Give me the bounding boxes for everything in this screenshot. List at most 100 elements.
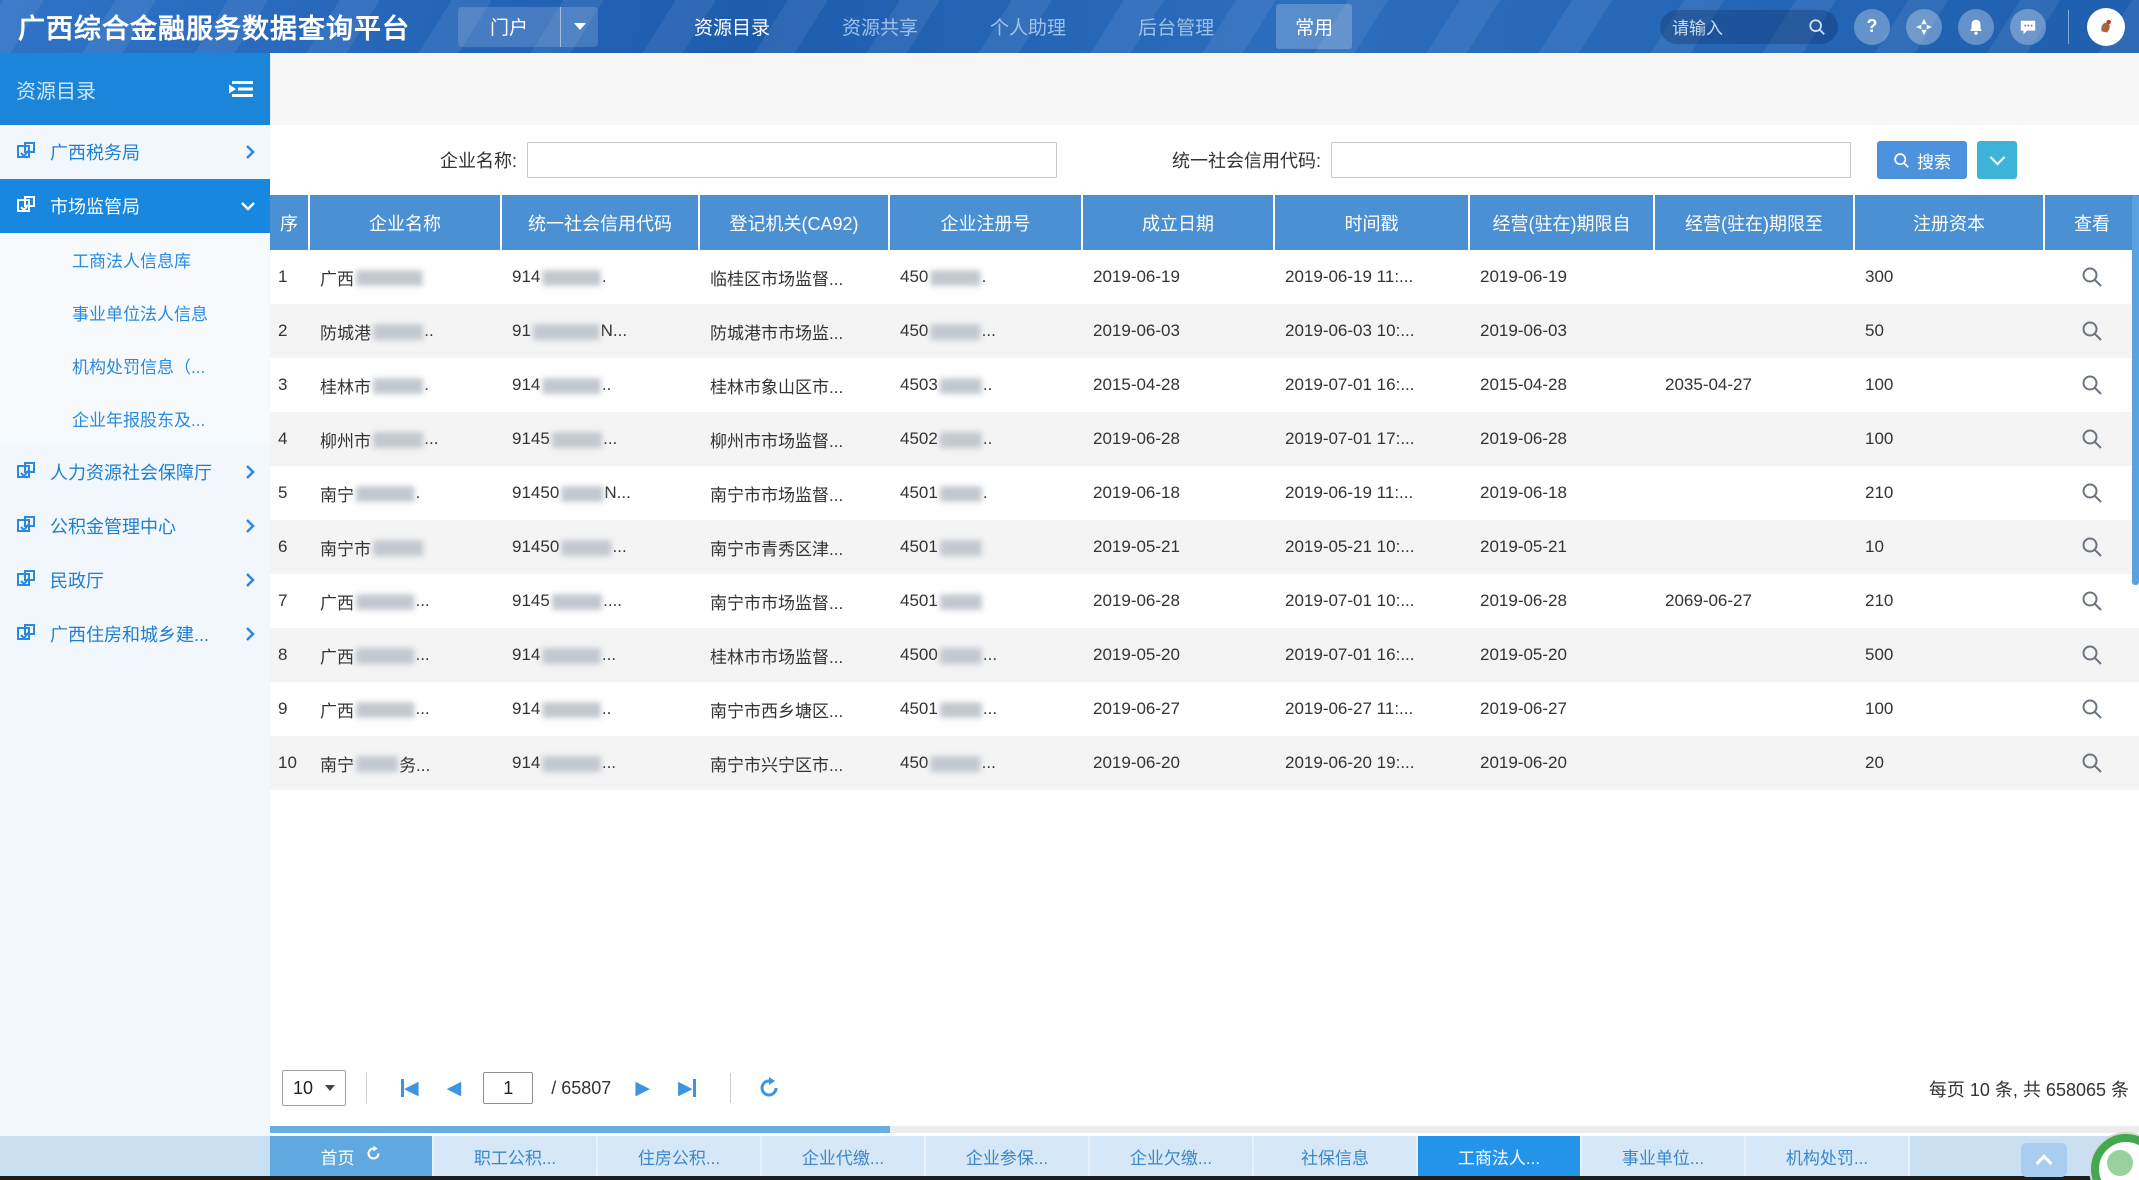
nav-common[interactable]: 常用	[1276, 4, 1352, 49]
page-size-select[interactable]: 10	[282, 1070, 346, 1106]
redacted-text: ███████	[356, 594, 413, 609]
sidebar-item[interactable]: 广西税务局	[0, 125, 270, 179]
taskbar-tab[interactable]: 住房公积...	[598, 1136, 762, 1176]
col-registrar[interactable]: 登记机关(CA92)	[700, 195, 890, 250]
sidebar-item[interactable]: 民政厅	[0, 553, 270, 607]
global-search-input[interactable]: 请输入	[1660, 10, 1838, 44]
cell-reg-number: 4501█████...	[890, 682, 1083, 736]
sidebar-item[interactable]: 广西住房和城乡建...	[0, 607, 270, 661]
table-row: 10南宁█████务...914███████...南宁市兴宁区市...450█…	[270, 736, 2139, 790]
advanced-search-toggle[interactable]	[1977, 141, 2017, 179]
redacted-text: ██████	[561, 540, 610, 555]
view-detail-button[interactable]	[2045, 682, 2139, 736]
cell-reg-number: 4502█████..	[890, 412, 1083, 466]
col-reg-number[interactable]: 企业注册号	[890, 195, 1083, 250]
vertical-scrollbar-thumb[interactable]	[2132, 195, 2139, 585]
cell-term-from: 2019-06-27	[1470, 682, 1655, 736]
cell-credit-code: 914███████...	[502, 628, 700, 682]
col-company-name[interactable]: 企业名称	[310, 195, 502, 250]
prev-page-button[interactable]: ◀	[447, 1077, 462, 1100]
first-page-button[interactable]: ◀	[401, 1077, 419, 1100]
view-detail-button[interactable]	[2045, 628, 2139, 682]
refresh-icon[interactable]	[355, 1145, 382, 1167]
taskbar-tab[interactable]: 企业欠缴...	[1090, 1136, 1254, 1176]
sidebar-subitem[interactable]: 企业年报股东及...	[0, 392, 270, 445]
col-timestamp[interactable]: 时间戳	[1275, 195, 1470, 250]
view-detail-button[interactable]	[2045, 304, 2139, 358]
taskbar-tab[interactable]: 企业代缴...	[762, 1136, 926, 1176]
taskbar-tab[interactable]: 企业参保...	[926, 1136, 1090, 1176]
cell-term-to: 2069-06-27	[1655, 574, 1855, 628]
cell-registrar: 南宁市青秀区津...	[700, 520, 890, 574]
col-registered-capital[interactable]: 注册资本	[1855, 195, 2045, 250]
sidebar-title: 资源目录	[16, 75, 96, 104]
col-seq[interactable]: 序	[270, 195, 310, 250]
view-detail-button[interactable]	[2045, 520, 2139, 574]
redacted-text: █████	[940, 702, 981, 717]
catalog-icon	[16, 568, 40, 592]
user-avatar[interactable]	[2087, 8, 2125, 46]
refresh-icon[interactable]	[757, 1076, 781, 1100]
credit-code-input[interactable]	[1331, 142, 1851, 178]
nav-backend-admin[interactable]: 后台管理	[1138, 13, 1214, 40]
sidebar-subitem[interactable]: 工商法人信息库	[0, 233, 270, 286]
col-credit-code[interactable]: 统一社会信用代码	[502, 195, 700, 250]
last-page-button[interactable]: ▶	[678, 1077, 696, 1100]
taskbar-expand-button[interactable]	[2021, 1143, 2067, 1177]
page-number-input[interactable]	[483, 1072, 533, 1104]
page-size-value: 10	[293, 1078, 313, 1099]
record-summary: 每页 10 条, 共 658065 条	[1929, 1076, 2129, 1102]
sidebar-item[interactable]: 公积金管理中心	[0, 499, 270, 553]
taskbar-tab[interactable]: 社保信息	[1254, 1136, 1418, 1176]
view-detail-button[interactable]	[2045, 358, 2139, 412]
chevron-right-icon	[244, 572, 256, 588]
cell-reg-number: 4501█████	[890, 520, 1083, 574]
portal-button[interactable]: 门户	[458, 7, 598, 47]
filter-row: 企业名称: 统一社会信用代码: 搜索	[270, 125, 2139, 195]
taskbar-tab[interactable]: 首页	[270, 1136, 434, 1176]
taskbar-tab[interactable]: 职工公积...	[434, 1136, 598, 1176]
cell-timestamp: 2019-07-01 10:...	[1275, 574, 1470, 628]
table-row: 2防城港██████..91████████N...防城港市市场监...450█…	[270, 304, 2139, 358]
sidebar-item[interactable]: 市场监管局	[0, 179, 270, 233]
cell-reg-number: 4501█████.	[890, 466, 1083, 520]
view-detail-button[interactable]	[2045, 412, 2139, 466]
messages-button[interactable]	[2010, 9, 2046, 45]
nav-cross-button[interactable]	[1906, 9, 1942, 45]
taskbar-tab[interactable]: 事业单位...	[1582, 1136, 1746, 1176]
redacted-text: ███████	[542, 702, 599, 717]
col-term-from[interactable]: 经营(驻在)期限自	[1470, 195, 1655, 250]
cell-term-to	[1655, 466, 1855, 520]
sidebar-subitem[interactable]: 机构处罚信息（...	[0, 339, 270, 392]
col-view[interactable]: 查看	[2045, 195, 2139, 250]
col-term-to[interactable]: 经营(驻在)期限至	[1655, 195, 1855, 250]
company-name-input[interactable]	[527, 142, 1057, 178]
cell-establish-date: 2015-04-28	[1083, 358, 1275, 412]
search-button[interactable]: 搜索	[1877, 141, 1967, 179]
next-page-button[interactable]: ▶	[635, 1077, 650, 1100]
cell-credit-code: 914███████...	[502, 736, 700, 790]
notifications-button[interactable]	[1958, 9, 1994, 45]
taskbar-tab[interactable]: 机构处罚...	[1746, 1136, 1910, 1176]
scrollbar-thumb[interactable]	[270, 1126, 890, 1133]
sidebar-subitem[interactable]: 事业单位法人信息	[0, 286, 270, 339]
cell-company-name: 防城港██████..	[310, 304, 502, 358]
help-button[interactable]: ?	[1854, 9, 1890, 45]
view-detail-button[interactable]	[2045, 574, 2139, 628]
horizontal-scrollbar[interactable]	[270, 1126, 2139, 1133]
collapse-menu-icon[interactable]	[228, 79, 254, 99]
redacted-text: ███████	[356, 648, 413, 663]
cell-registrar: 南宁市市场监督...	[700, 574, 890, 628]
col-establish-date[interactable]: 成立日期	[1083, 195, 1275, 250]
nav-personal-assistant[interactable]: 个人助理	[990, 13, 1066, 40]
cell-seq: 2	[270, 304, 310, 358]
view-detail-button[interactable]	[2045, 466, 2139, 520]
nav-resource-share[interactable]: 资源共享	[842, 13, 918, 40]
view-detail-button[interactable]	[2045, 736, 2139, 790]
portal-dropdown[interactable]	[560, 7, 598, 47]
cell-term-from: 2019-06-03	[1470, 304, 1655, 358]
taskbar-tab[interactable]: 工商法人...	[1418, 1136, 1582, 1176]
sidebar-item[interactable]: 人力资源社会保障厅	[0, 445, 270, 499]
view-detail-button[interactable]	[2045, 250, 2139, 304]
nav-resource-catalog[interactable]: 资源目录	[694, 13, 770, 40]
